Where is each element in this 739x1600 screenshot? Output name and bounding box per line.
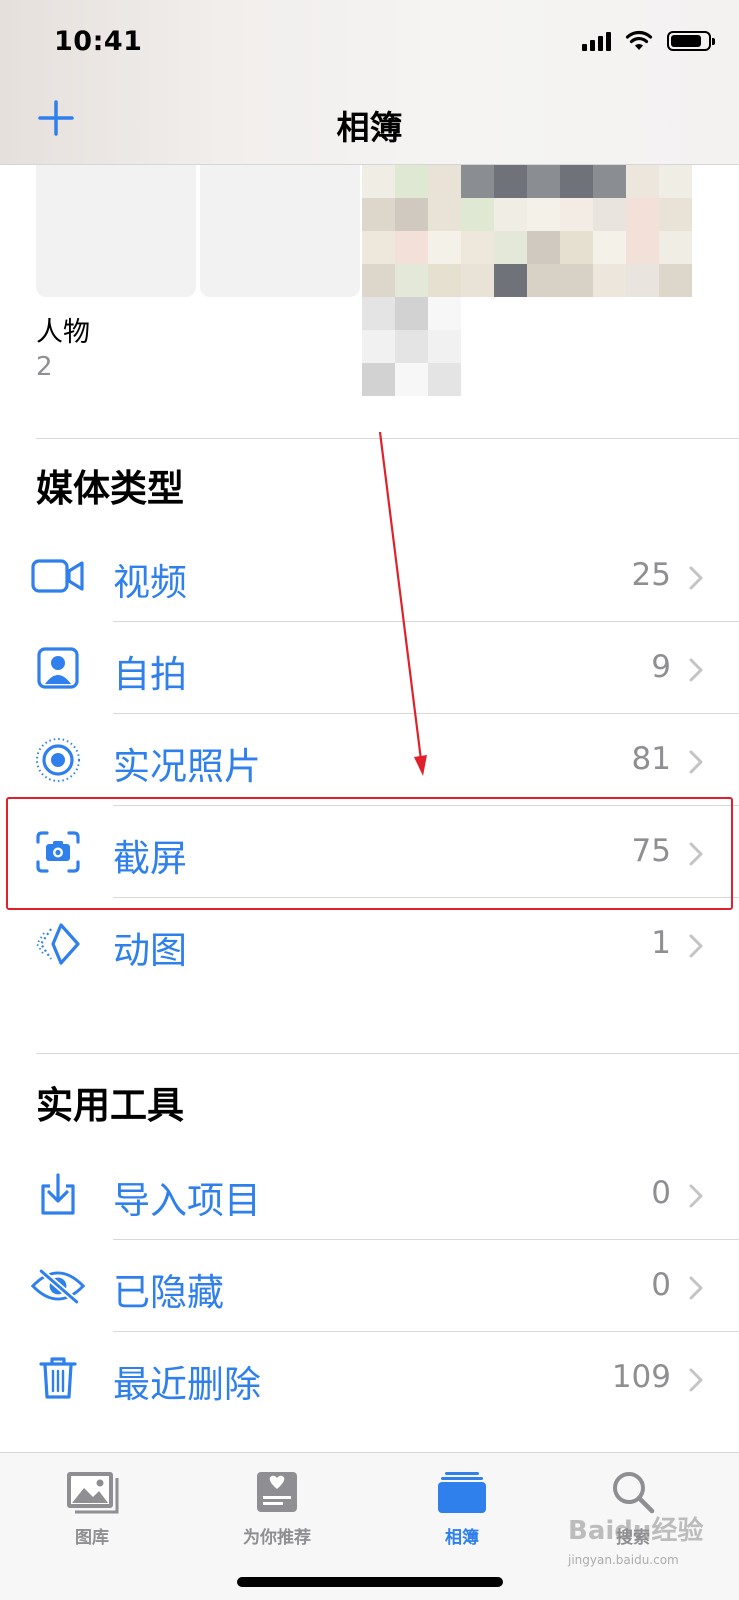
row-label: 最近删除 (113, 1363, 261, 1406)
import-icon (30, 1170, 86, 1218)
album-thumbnail-pixelated[interactable] (362, 165, 704, 396)
for-you-icon (207, 1463, 347, 1521)
albums-icon (392, 1463, 532, 1521)
wifi-icon (625, 30, 653, 50)
row-label: 已隐藏 (113, 1271, 224, 1314)
list-item-recently-deleted[interactable]: 最近删除 109 (0, 1332, 739, 1424)
people-album-count: 2 (36, 352, 53, 382)
tab-label: 相簿 (445, 1528, 479, 1548)
chevron-right-icon (689, 1276, 703, 1300)
chevron-right-icon (689, 658, 703, 682)
tab-albums[interactable]: 相簿 (392, 1463, 532, 1548)
row-count: 1 (651, 925, 671, 961)
row-label: 动图 (113, 929, 187, 972)
video-icon (30, 552, 86, 600)
list-item-hidden[interactable]: 已隐藏 0 (0, 1240, 739, 1332)
list-item-live-photos[interactable]: 实况照片 81 (0, 714, 739, 806)
home-indicator (237, 1577, 503, 1587)
tab-for-you[interactable]: 为你推荐 (207, 1463, 347, 1548)
page-title: 相簿 (336, 108, 403, 147)
row-count: 25 (631, 557, 671, 593)
row-label: 导入项目 (113, 1179, 261, 1222)
chevron-right-icon (689, 750, 703, 774)
tab-label: 为你推荐 (243, 1528, 311, 1548)
photos-library-icon (22, 1463, 162, 1521)
trash-icon (30, 1354, 86, 1402)
cellular-signal-icon (582, 31, 611, 51)
list-item-selfies[interactable]: 自拍 9 (0, 622, 739, 714)
highlight-box (6, 797, 733, 910)
navigation-bar: 10:41 相簿 (0, 0, 739, 165)
hidden-eye-icon (30, 1262, 86, 1310)
watermark-subtext: jingyan.baidu.com (568, 1553, 679, 1567)
status-time: 10:41 (54, 26, 143, 57)
people-album-label[interactable]: 人物 (36, 310, 90, 349)
tab-library[interactable]: 图库 (22, 1463, 162, 1548)
list-item-animated[interactable]: 动图 1 (0, 898, 739, 990)
status-icons (582, 30, 715, 52)
row-count: 109 (611, 1359, 671, 1395)
animated-icon (30, 920, 86, 968)
utilities-heading: 实用工具 (36, 1084, 184, 1127)
chevron-right-icon (689, 1368, 703, 1392)
media-types-heading: 媒体类型 (36, 467, 184, 510)
section-divider (36, 1053, 739, 1054)
people-thumbnail[interactable] (36, 165, 196, 297)
watermark: Baidu经验 jingyan.baidu.com (568, 1510, 703, 1567)
tab-label: 图库 (75, 1528, 109, 1548)
list-item-imports[interactable]: 导入项目 0 (0, 1148, 739, 1240)
row-label: 视频 (113, 561, 187, 604)
row-label: 实况照片 (113, 745, 261, 788)
chevron-right-icon (689, 934, 703, 958)
live-photo-icon (30, 736, 86, 784)
row-count: 0 (651, 1267, 671, 1303)
section-divider (36, 438, 739, 439)
row-label: 自拍 (113, 653, 187, 696)
people-thumbnail[interactable] (200, 165, 360, 297)
watermark-text: Baidu经验 (568, 1516, 704, 1546)
chevron-right-icon (689, 566, 703, 590)
row-count: 0 (651, 1175, 671, 1211)
row-count: 81 (631, 741, 671, 777)
chevron-right-icon (689, 1184, 703, 1208)
list-item-videos[interactable]: 视频 25 (0, 530, 739, 622)
row-count: 9 (651, 649, 671, 685)
battery-icon (667, 31, 715, 51)
selfie-icon (30, 644, 86, 692)
